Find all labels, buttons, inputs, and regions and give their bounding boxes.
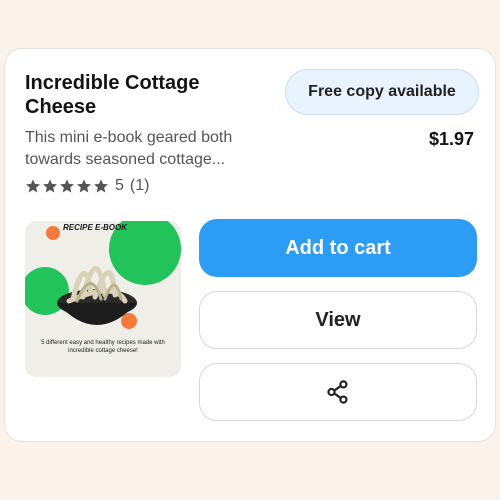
rating-value: 5 — [115, 177, 124, 194]
rating-count: (1) — [129, 177, 150, 194]
share-icon — [327, 380, 348, 404]
star-icon — [43, 179, 57, 193]
free-copy-badge[interactable]: Free copy available — [285, 69, 479, 115]
product-description: This mini e-book geared both towards sea… — [25, 129, 233, 168]
star-icon — [77, 179, 91, 193]
add-to-cart-button[interactable]: Add to cart — [199, 219, 477, 277]
share-button[interactable] — [199, 363, 477, 421]
rating-stars — [25, 178, 109, 194]
star-icon — [26, 179, 40, 193]
thumbnail-caption: 5 different easy and healthy recipes mad… — [41, 340, 165, 354]
star-icon — [60, 179, 74, 193]
product-price: $1.97 — [428, 129, 474, 149]
rating: 5 (1) — [25, 177, 149, 195]
product-thumbnail[interactable]: RECIPE E-BOOK 5 different easy and healt… — [25, 221, 181, 377]
view-button[interactable]: View — [199, 291, 477, 349]
thumbnail-label: RECIPE E-BOOK — [63, 223, 128, 232]
star-icon — [94, 179, 108, 193]
product-title[interactable]: Incredible Cottage Cheese — [25, 71, 265, 119]
product-card: Incredible Cottage Cheese Free copy avai… — [4, 48, 496, 442]
